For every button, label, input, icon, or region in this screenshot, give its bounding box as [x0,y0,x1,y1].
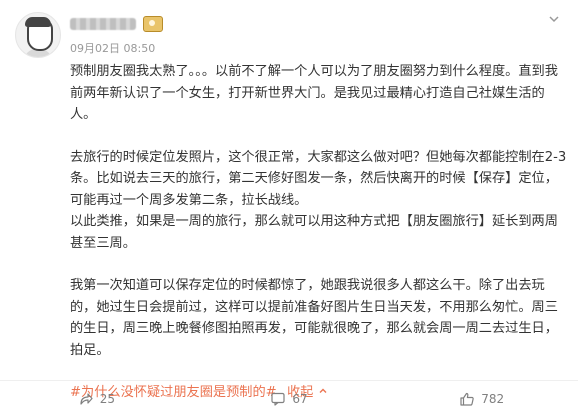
member-badge-icon [143,16,163,32]
username-blurred [70,18,136,30]
action-bar: 25 67 782 [0,381,578,416]
like-icon [460,392,474,406]
comment-icon [271,392,285,406]
avatar-hair [25,17,51,27]
share-button[interactable]: 25 [0,381,193,416]
more-chevron-icon[interactable] [546,12,562,28]
like-count: 782 [481,391,505,406]
post-paragraph: 以此类推，如果是一周的旅行，那么就可以用这种方式把【朋友圈旅行】延长到两周甚至三… [70,214,558,251]
like-button[interactable]: 782 [385,381,578,416]
comment-count: 67 [292,391,308,406]
weibo-post-card: 09月02日 08:50 预制朋友圈我太熟了。。。以前不了解一个人可以为了朋友圈… [0,0,578,416]
avatar[interactable] [15,12,61,58]
share-count: 25 [99,391,115,406]
post-timestamp[interactable]: 09月02日 08:50 [70,40,155,56]
post-meta: 09月02日 08:50 [70,40,155,56]
post-paragraph: 预制朋友圈我太熟了。。。以前不了解一个人可以为了朋友圈努力到什么程度。直到我前两… [70,64,558,122]
username[interactable] [70,15,163,33]
comment-button[interactable]: 67 [193,381,386,416]
post-paragraph: 我第一次知道可以保存定位的时候都惊了，她跟我说很多人都这么干。除了出去玩的，她过… [70,278,558,358]
share-icon [80,392,93,405]
post-paragraph: 去旅行的时候定位发照片，这个很正常，大家都这么做对吧？但她每次都能控制在2-3条… [70,149,567,208]
post-text: 预制朋友圈我太熟了。。。以前不了解一个人可以为了朋友圈努力到什么程度。直到我前两… [70,61,568,404]
